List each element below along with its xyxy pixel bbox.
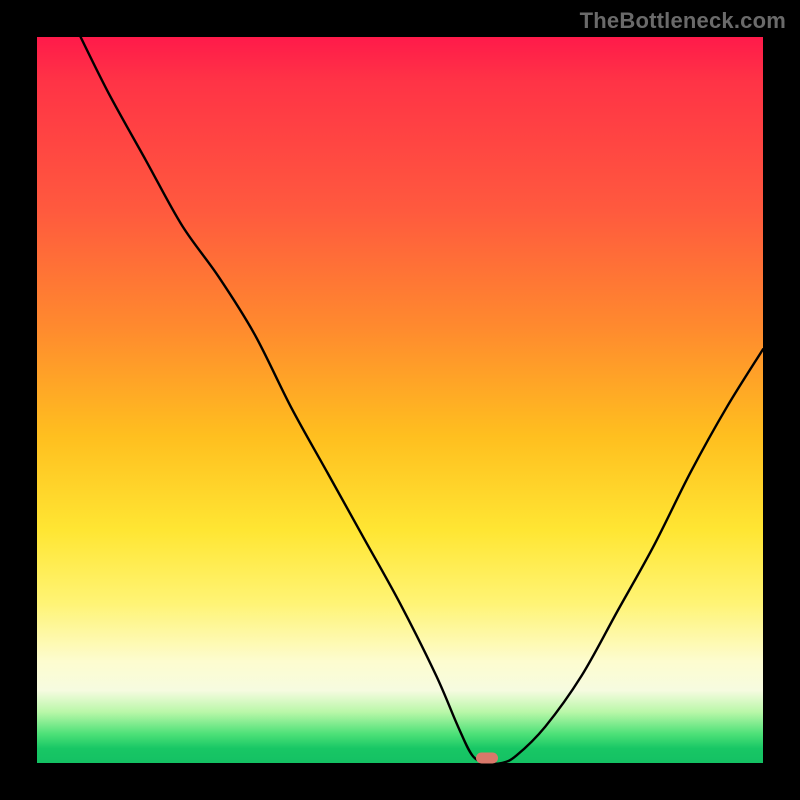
plot-area	[37, 37, 763, 763]
bottleneck-curve	[37, 37, 763, 763]
watermark-text: TheBottleneck.com	[580, 8, 786, 34]
chart-frame: TheBottleneck.com	[0, 0, 800, 800]
optimum-marker	[476, 752, 498, 763]
